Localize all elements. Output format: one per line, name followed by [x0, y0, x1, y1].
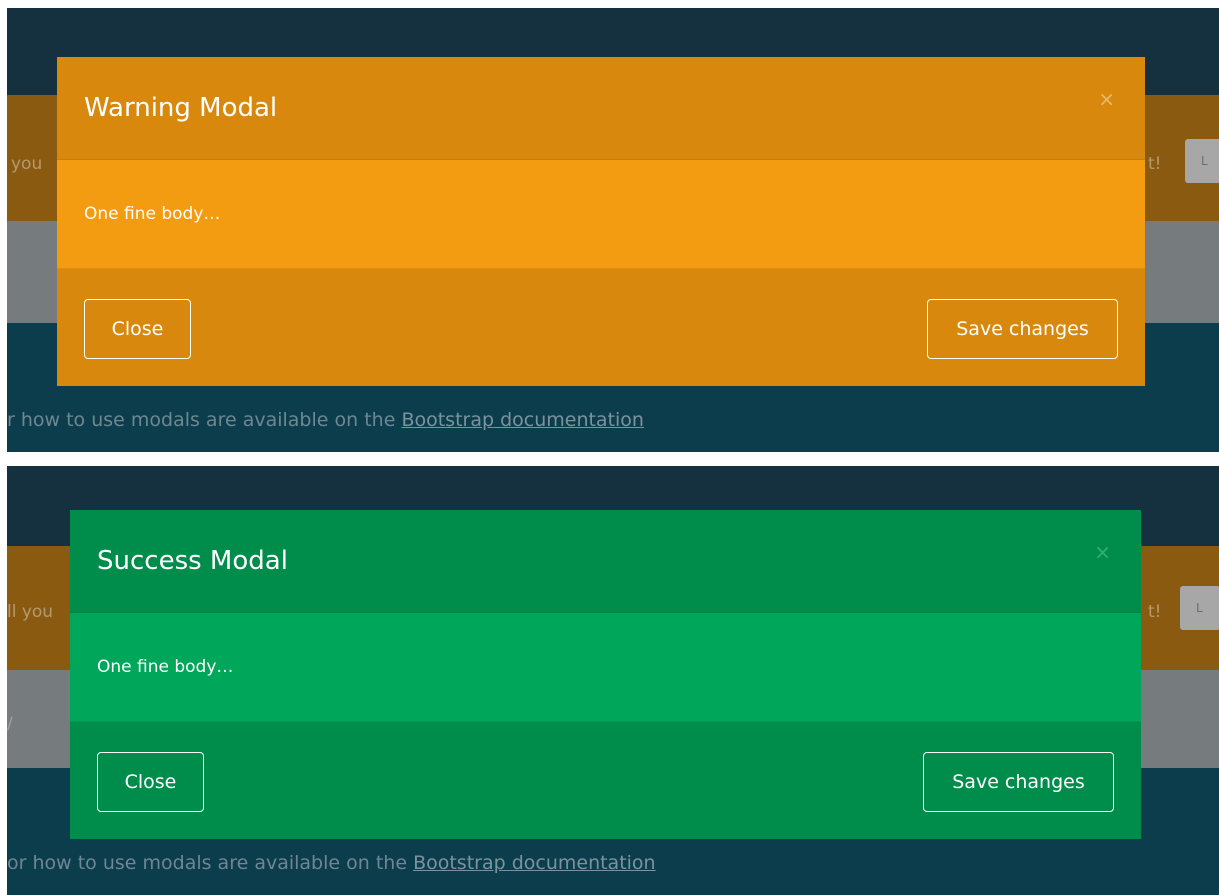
modal-header: Warning Modal × [57, 57, 1145, 160]
background-text-fragment: t! [1148, 602, 1162, 622]
background-button-label: L [1196, 601, 1203, 615]
background-text-fragment: / [7, 714, 13, 734]
success-modal: Success Modal × One fine body… Close Sav… [70, 510, 1141, 839]
save-changes-button[interactable]: Save changes [927, 299, 1118, 359]
background-button[interactable]: L [1180, 586, 1219, 630]
close-icon[interactable]: × [1094, 540, 1111, 564]
background-footer-text: r how to use modals are available on the… [7, 409, 644, 431]
bootstrap-documentation-link[interactable]: Bootstrap documentation [413, 852, 656, 874]
modal-body: One fine body… [57, 160, 1145, 269]
warning-demo-panel: you t! L r how to use modals are availab… [7, 8, 1219, 452]
close-button[interactable]: Close [84, 299, 191, 359]
background-footer-label: or how to use modals are available on th… [7, 852, 414, 874]
background-button[interactable]: L [1185, 139, 1219, 183]
warning-modal: Warning Modal × One fine body… Close Sav… [57, 57, 1145, 386]
save-changes-button[interactable]: Save changes [923, 752, 1114, 812]
background-button-label: L [1201, 154, 1208, 168]
modal-body-text: One fine body… [84, 204, 221, 224]
modal-title: Warning Modal [84, 93, 278, 123]
bootstrap-documentation-link[interactable]: Bootstrap documentation [401, 409, 644, 431]
modal-title: Success Modal [97, 546, 288, 576]
success-demo-panel: ll you t! L / or how to use modals are a… [7, 466, 1219, 895]
close-icon[interactable]: × [1098, 87, 1115, 111]
modal-header: Success Modal × [70, 510, 1141, 613]
background-text-fragment: t! [1148, 154, 1162, 174]
modal-footer: Close Save changes [57, 269, 1145, 386]
background-footer-label: r how to use modals are available on the [7, 409, 402, 431]
close-button[interactable]: Close [97, 752, 204, 812]
background-footer-text: or how to use modals are available on th… [7, 852, 656, 874]
modal-footer: Close Save changes [70, 722, 1141, 839]
background-text-fragment: ll you [7, 602, 54, 622]
modal-body-text: One fine body… [97, 657, 234, 677]
background-text-fragment: you [11, 154, 43, 174]
modal-body: One fine body… [70, 613, 1141, 722]
